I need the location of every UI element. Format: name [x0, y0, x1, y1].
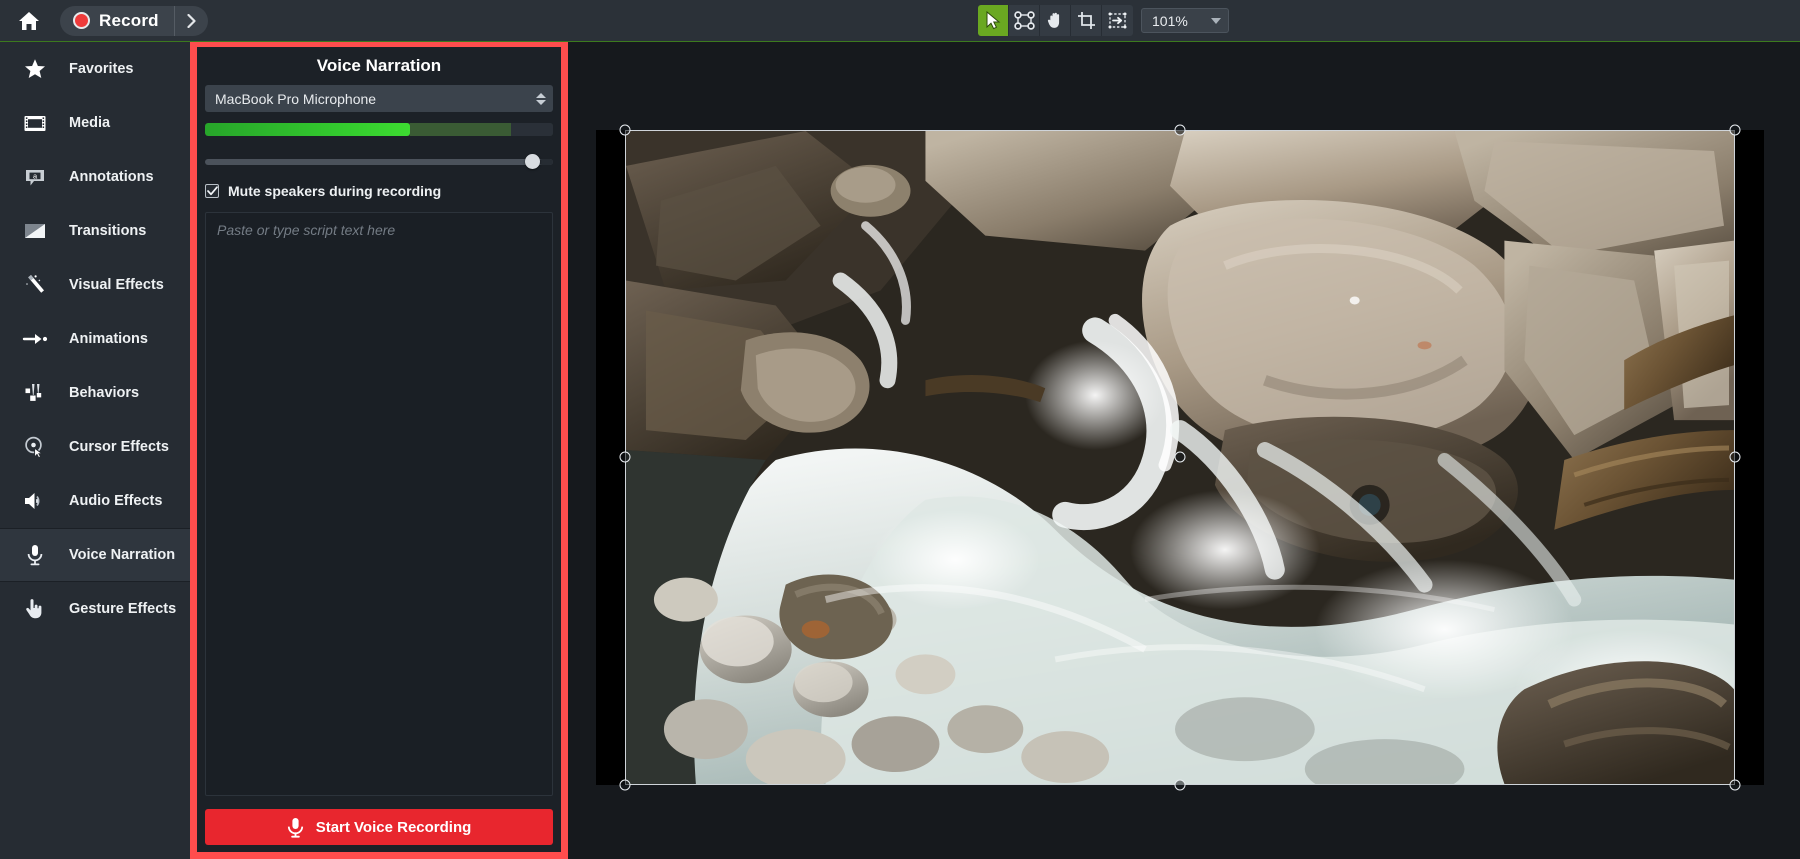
input-level-secondary — [410, 123, 512, 136]
sidebar-label: Audio Effects — [69, 493, 163, 509]
fit-to-frame-icon — [1108, 12, 1127, 29]
microphone-select[interactable]: MacBook Pro Microphone — [205, 85, 553, 112]
zoom-level-value: 101% — [1152, 12, 1188, 29]
top-toolbar: Record 101% — [0, 0, 1800, 42]
panel-body: MacBook Pro Microphone Mute speakers dur… — [197, 85, 561, 212]
sidebar-item-transitions[interactable]: Transitions — [0, 204, 190, 258]
sidebar-item-behaviors[interactable]: Behaviors — [0, 366, 190, 420]
sidebar-label: Favorites — [69, 61, 134, 77]
selection-tool-button[interactable] — [978, 5, 1009, 36]
record-label: Record — [99, 10, 159, 30]
start-voice-recording-label: Start Voice Recording — [315, 818, 472, 836]
hand-icon — [1047, 12, 1059, 28]
callout-a-icon: a — [22, 164, 48, 190]
crop-icon — [1077, 12, 1095, 29]
cursor-arrow-icon — [986, 11, 1000, 30]
sidebar-item-media[interactable]: Media — [0, 96, 190, 150]
crop-tool-button[interactable] — [1071, 5, 1102, 36]
record-button[interactable]: Record — [60, 5, 208, 36]
input-level-meter — [205, 123, 553, 136]
microphone-icon — [22, 542, 48, 568]
sidebar-item-visual-effects[interactable]: Visual Effects — [0, 258, 190, 312]
sidebar-label: Transitions — [69, 223, 147, 239]
volume-slider-knob[interactable] — [525, 154, 541, 169]
sidebar-label: Visual Effects — [69, 277, 164, 293]
script-textarea[interactable]: Paste or type script text here — [205, 212, 553, 796]
sidebar-item-animations[interactable]: Animations — [0, 312, 190, 366]
video-preview-canvas[interactable] — [568, 42, 1800, 859]
volume-slider-track — [205, 159, 553, 165]
record-main[interactable]: Record — [60, 6, 174, 36]
hand-tool-button[interactable] — [1040, 5, 1071, 36]
sidebar-label: Media — [69, 115, 111, 131]
canvas-tools-group — [978, 5, 1133, 36]
camtasia-editor-window: Record 101% Favorites Media a Annotation… — [0, 0, 1800, 859]
volume-slider[interactable] — [205, 153, 553, 171]
sidebar-item-favorites[interactable]: Favorites — [0, 42, 190, 96]
sidebar-label: Behaviors — [69, 385, 140, 401]
fit-to-frame-tool-button[interactable] — [1102, 5, 1133, 36]
sidebar-item-cursor-effects[interactable]: Cursor Effects — [0, 420, 190, 474]
sidebar-item-gesture-effects[interactable]: Gesture Effects — [0, 582, 190, 636]
behaviors-icon — [22, 380, 48, 406]
magic-wand-icon — [22, 272, 48, 298]
chevron-down-icon — [1211, 17, 1221, 24]
sidebar-item-voice-narration[interactable]: Voice Narration — [0, 528, 190, 582]
zoom-level-select[interactable]: 101% — [1141, 8, 1229, 33]
input-level-fill — [205, 123, 411, 136]
mute-speakers-checkbox-row[interactable]: Mute speakers during recording — [205, 183, 553, 212]
left-sidebar: Favorites Media a Annotations Transition… — [0, 42, 190, 859]
sidebar-label: Voice Narration — [69, 547, 176, 563]
stepper-down-icon — [536, 99, 546, 105]
volume-slider-track-rest — [539, 159, 553, 165]
stepper-up-icon — [536, 92, 546, 98]
input-level-tail — [511, 123, 553, 136]
mute-speakers-checkbox[interactable] — [205, 184, 219, 198]
handle-middle-right[interactable] — [1729, 451, 1741, 463]
start-voice-recording-button[interactable]: Start Voice Recording — [205, 809, 553, 845]
sidebar-label: Annotations — [69, 169, 154, 185]
video-stage — [596, 124, 1764, 791]
film-strip-icon — [22, 110, 48, 136]
node-points-icon — [1013, 11, 1035, 30]
sidebar-item-annotations[interactable]: a Annotations — [0, 150, 190, 204]
handle-bottom-left[interactable] — [619, 779, 631, 791]
edit-points-tool-button[interactable] — [1009, 5, 1040, 36]
star-icon — [22, 56, 48, 82]
sidebar-label: Cursor Effects — [69, 439, 169, 455]
home-button[interactable] — [0, 0, 58, 42]
home-icon — [19, 11, 39, 30]
record-options-button[interactable] — [173, 5, 208, 36]
handle-top-center[interactable] — [1174, 124, 1186, 136]
panel-footer: Start Voice Recording — [197, 796, 561, 859]
chevron-right-icon — [187, 13, 196, 28]
handle-top-left[interactable] — [619, 124, 631, 136]
sidebar-label: Gesture Effects — [69, 601, 177, 617]
microphone-icon — [287, 817, 303, 838]
script-placeholder: Paste or type script text here — [217, 222, 396, 238]
cursor-target-icon — [22, 434, 48, 460]
mute-speakers-label: Mute speakers during recording — [228, 183, 442, 199]
record-dot-icon — [73, 12, 90, 29]
sidebar-label: Animations — [69, 331, 148, 347]
sidebar-item-audio-effects[interactable]: Audio Effects — [0, 474, 190, 528]
arrow-keyframe-icon — [22, 326, 48, 352]
check-icon — [206, 186, 218, 196]
handle-top-right[interactable] — [1729, 124, 1741, 136]
transition-icon — [22, 218, 48, 244]
handle-bottom-center[interactable] — [1174, 779, 1186, 791]
microphone-stepper[interactable] — [536, 92, 549, 105]
speaker-icon — [22, 488, 48, 514]
gesture-hand-icon — [22, 596, 48, 622]
panel-title: Voice Narration — [197, 47, 561, 85]
handle-middle-center[interactable] — [1174, 451, 1186, 463]
handle-middle-left[interactable] — [619, 451, 631, 463]
voice-narration-panel: Voice Narration MacBook Pro Microphone M… — [197, 47, 561, 859]
microphone-select-value: MacBook Pro Microphone — [215, 90, 377, 107]
handle-bottom-right[interactable] — [1729, 779, 1741, 791]
